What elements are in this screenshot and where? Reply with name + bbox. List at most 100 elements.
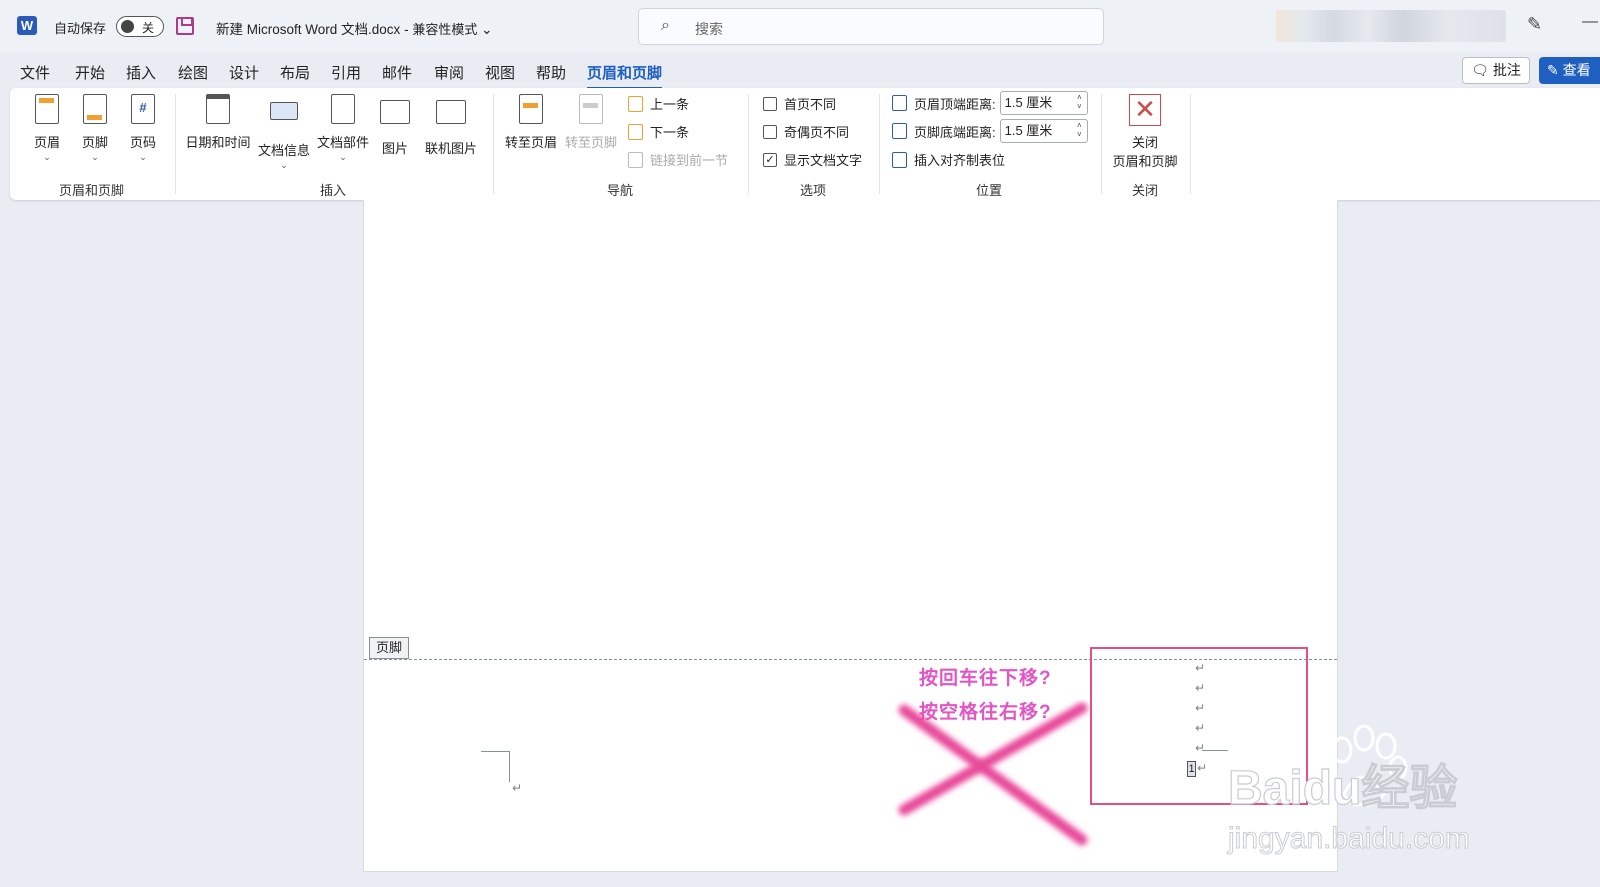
paragraph-mark: ↵ bbox=[1197, 761, 1208, 775]
comment-button[interactable]: 🗨 批注 bbox=[1462, 57, 1530, 84]
tab-mailings[interactable]: 邮件 bbox=[382, 62, 412, 83]
footer-bottom-distance-row: 页脚底端距离: 1.5 厘米 ˄ ˅ bbox=[892, 119, 1088, 143]
comment-label: 批注 bbox=[1492, 62, 1521, 78]
link-previous-label: 链接到前一节 bbox=[650, 153, 729, 168]
save-icon[interactable] bbox=[176, 17, 194, 35]
close-label-line1: 关闭 bbox=[1131, 135, 1158, 150]
group-label-position: 位置 bbox=[976, 183, 1003, 198]
group-divider bbox=[1101, 94, 1102, 194]
picture-icon bbox=[380, 100, 410, 124]
tab-insert[interactable]: 插入 bbox=[126, 62, 156, 83]
doc-info-button[interactable]: 文档信息 ⌄ bbox=[257, 94, 311, 171]
footer-bottom-distance-value: 1.5 厘米 bbox=[1004, 123, 1053, 138]
header-top-distance-label: 页眉顶端距离: bbox=[914, 96, 996, 112]
page-number-button[interactable]: # 页码 ⌄ bbox=[126, 94, 160, 163]
document-page[interactable]: 页脚 ↵ 按回车往下移? 按空格往右移? ↵ ↵ ↵ ↵ ↵ 1 ↵ bbox=[363, 200, 1338, 872]
edit-pen-icon: ✎ bbox=[1547, 62, 1559, 78]
comment-icon: 🗨 bbox=[1471, 62, 1489, 78]
group-label-close: 关闭 bbox=[1132, 183, 1159, 198]
tab-home[interactable]: 开始 bbox=[75, 62, 105, 83]
annotation-space: 按空格往右移? bbox=[919, 702, 1052, 723]
group-divider bbox=[175, 94, 176, 194]
document-title[interactable]: 新建 Microsoft Word 文档.docx - 兼容性模式 ⌄ bbox=[216, 18, 492, 38]
quick-parts-label: 文档部件 bbox=[316, 135, 369, 150]
tab-help[interactable]: 帮助 bbox=[536, 62, 566, 83]
tab-references[interactable]: 引用 bbox=[331, 62, 361, 83]
show-document-text-checkbox[interactable]: ✓ 显示文档文字 bbox=[763, 150, 862, 169]
spin-arrows-icon[interactable]: ˄ ˅ bbox=[1077, 93, 1082, 111]
tab-layout[interactable]: 布局 bbox=[280, 62, 310, 83]
date-time-label: 日期和时间 bbox=[185, 135, 251, 150]
first-page-different-checkbox[interactable]: 首页不同 bbox=[763, 94, 836, 113]
compat-mode: 兼容性模式 bbox=[412, 22, 478, 37]
date-time-button[interactable]: 日期和时间 bbox=[185, 94, 251, 151]
group-label-navigation: 导航 bbox=[607, 183, 634, 198]
chevron-down-icon: ⌄ bbox=[43, 152, 51, 162]
previous-label: 上一条 bbox=[650, 97, 690, 112]
view-button[interactable]: ✎ 查看 bbox=[1539, 57, 1600, 84]
paragraph-mark: ↵ bbox=[1195, 661, 1206, 675]
chevron-down-icon: ⌄ bbox=[339, 152, 347, 162]
footer-button[interactable]: 页脚 ⌄ bbox=[78, 94, 112, 163]
toggle-knob bbox=[121, 20, 134, 33]
margin-corner-mark bbox=[481, 751, 510, 782]
previous-button[interactable]: 上一条 bbox=[628, 94, 689, 113]
header-button[interactable]: 页眉 ⌄ bbox=[30, 94, 64, 163]
tab-view[interactable]: 视图 bbox=[485, 62, 515, 83]
tab-header-footer[interactable]: 页眉和页脚 bbox=[587, 62, 663, 90]
group-divider bbox=[748, 94, 749, 194]
paragraph-mark: ↵ bbox=[1195, 701, 1206, 715]
tab-design[interactable]: 设计 bbox=[229, 62, 259, 83]
close-x-icon: ✕ bbox=[1129, 94, 1161, 126]
footer-label: 页脚 bbox=[81, 135, 108, 150]
online-picture-button[interactable]: 联机图片 bbox=[423, 94, 479, 157]
spin-arrows-icon[interactable]: ˄ ˅ bbox=[1077, 121, 1082, 139]
footer-tag: 页脚 bbox=[369, 637, 410, 659]
autosave-label: 自动保存 bbox=[54, 21, 107, 36]
tab-file[interactable]: 文件 bbox=[20, 62, 50, 83]
quick-parts-button[interactable]: 文档部件 ⌄ bbox=[316, 94, 370, 163]
link-previous-button[interactable]: 链接到前一节 bbox=[628, 150, 728, 169]
group-label-header-footer: 页眉和页脚 bbox=[59, 183, 125, 198]
group-divider bbox=[493, 94, 494, 194]
insert-alignment-tab-button[interactable]: 插入对齐制表位 bbox=[892, 150, 1005, 169]
chevron-down-icon: ⌄ bbox=[91, 152, 99, 162]
word-app-icon[interactable]: W bbox=[17, 16, 37, 35]
title-bar: W 自动保存 关 新建 Microsoft Word 文档.docx - 兼容性… bbox=[0, 0, 1600, 52]
header-top-distance-value: 1.5 厘米 bbox=[1004, 95, 1053, 110]
tab-stop-line bbox=[1202, 750, 1228, 751]
picture-button[interactable]: 图片 bbox=[379, 94, 411, 157]
goto-footer-label: 转至页脚 bbox=[564, 135, 617, 150]
tab-review[interactable]: 审阅 bbox=[434, 62, 464, 83]
group-divider bbox=[1190, 94, 1191, 194]
title-separator: - bbox=[404, 22, 409, 37]
tab-draw[interactable]: 绘图 bbox=[178, 62, 208, 83]
page-number-label: 页码 bbox=[129, 135, 156, 150]
minimize-icon[interactable]: — bbox=[1582, 13, 1598, 31]
page-number-field[interactable]: 1 bbox=[1187, 761, 1196, 777]
annotation-enter: 按回车往下移? bbox=[919, 668, 1052, 689]
header-top-distance-row: 页眉顶端距离: 1.5 厘米 ˄ ˅ bbox=[892, 91, 1088, 115]
quick-parts-icon bbox=[331, 94, 355, 124]
search-box[interactable]: ⌕ 搜索 bbox=[638, 8, 1104, 45]
next-button[interactable]: 下一条 bbox=[628, 122, 689, 141]
autosave-toggle[interactable]: 关 bbox=[116, 16, 164, 37]
link-icon bbox=[628, 151, 643, 168]
goto-footer-button[interactable]: 转至页脚 bbox=[563, 94, 619, 151]
insert-alignment-tab-label: 插入对齐制表位 bbox=[914, 153, 1006, 168]
online-picture-label: 联机图片 bbox=[424, 141, 477, 156]
odd-even-different-checkbox[interactable]: 奇偶页不同 bbox=[763, 122, 849, 141]
checkbox-box bbox=[763, 96, 777, 111]
pen-icon[interactable]: ✎ bbox=[1527, 14, 1542, 35]
next-icon bbox=[628, 123, 643, 140]
search-icon: ⌕ bbox=[661, 17, 670, 34]
calendar-clock-icon bbox=[206, 94, 230, 124]
footer-bottom-distance-input[interactable]: 1.5 厘米 ˄ ˅ bbox=[999, 119, 1088, 143]
group-label-insert: 插入 bbox=[320, 183, 347, 198]
header-label: 页眉 bbox=[33, 135, 60, 150]
close-header-footer-button[interactable]: ✕ 关闭 页眉和页脚 bbox=[1109, 94, 1181, 170]
header-top-distance-input[interactable]: 1.5 厘米 ˄ ˅ bbox=[999, 91, 1088, 115]
previous-icon bbox=[628, 95, 643, 112]
group-divider bbox=[879, 94, 880, 194]
goto-header-button[interactable]: 转至页眉 bbox=[503, 94, 559, 151]
